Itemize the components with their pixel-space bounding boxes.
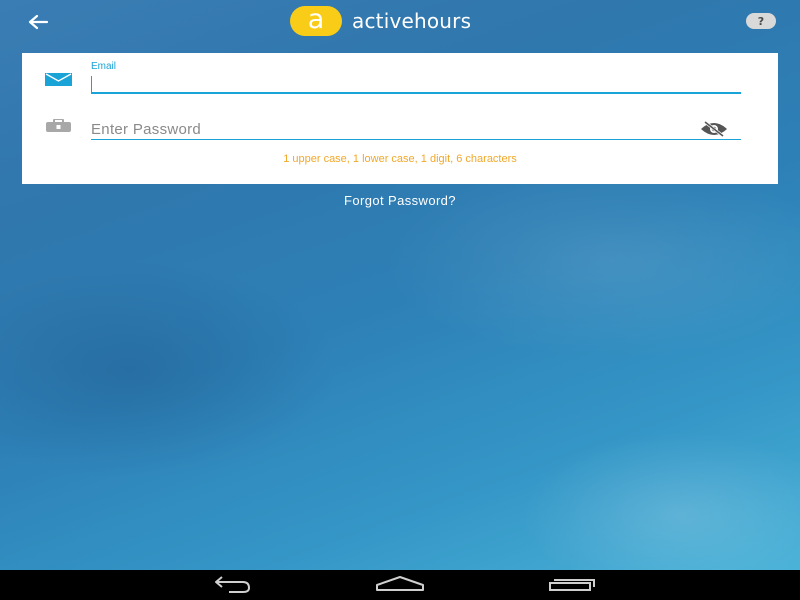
envelope-icon	[45, 73, 72, 86]
text-cursor	[91, 76, 92, 92]
app-logo: a activehours	[290, 6, 471, 36]
system-navigation-bar	[0, 570, 800, 600]
background-shade	[0, 260, 340, 480]
lock-icon	[46, 119, 71, 132]
email-underline	[91, 92, 741, 94]
app-name: activehours	[352, 9, 472, 33]
arrow-left-icon	[28, 14, 49, 30]
password-requirements-hint: 1 upper case, 1 lower case, 1 digit, 6 c…	[283, 153, 517, 165]
recent-apps-icon[interactable]	[546, 570, 598, 600]
logo-badge: a	[290, 6, 342, 36]
back-button[interactable]	[22, 8, 54, 36]
back-icon[interactable]	[205, 570, 255, 600]
background-cloud	[380, 160, 800, 360]
email-field[interactable]	[91, 73, 741, 93]
help-label: ?	[757, 14, 765, 28]
home-icon[interactable]	[374, 570, 426, 600]
login-card: Email 1 upper case, 1 lower case, 1 digi…	[22, 53, 778, 184]
logo-letter: a	[307, 4, 325, 35]
email-label: Email	[91, 61, 117, 72]
help-button[interactable]: ?	[746, 13, 776, 29]
forgot-password-link[interactable]: Forgot Password?	[0, 193, 800, 208]
eye-off-icon[interactable]	[699, 120, 729, 138]
password-field[interactable]	[91, 119, 691, 139]
password-underline	[91, 139, 741, 140]
login-screen: a activehours ? Email 1 upper case, 1 lo…	[0, 0, 800, 600]
